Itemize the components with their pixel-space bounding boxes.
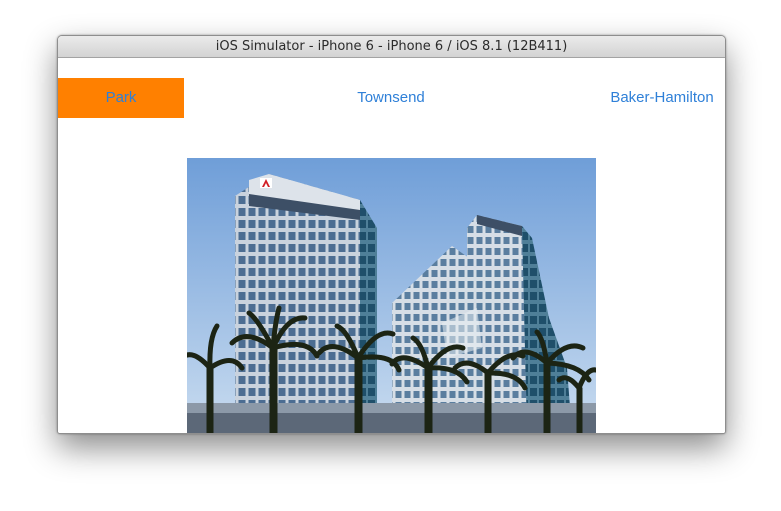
tab-townsend[interactable]: Townsend [328, 78, 454, 118]
window-title: iOS Simulator - iPhone 6 - iPhone 6 / iO… [58, 36, 725, 58]
tab-park[interactable]: Park [58, 78, 184, 118]
device-screen: Park Townsend Baker-Hamilton [58, 58, 725, 433]
tab-baker-hamilton[interactable]: Baker-Hamilton [599, 78, 725, 118]
building-photo [187, 158, 596, 433]
simulator-window: iOS Simulator - iPhone 6 - iPhone 6 / iO… [57, 35, 726, 434]
